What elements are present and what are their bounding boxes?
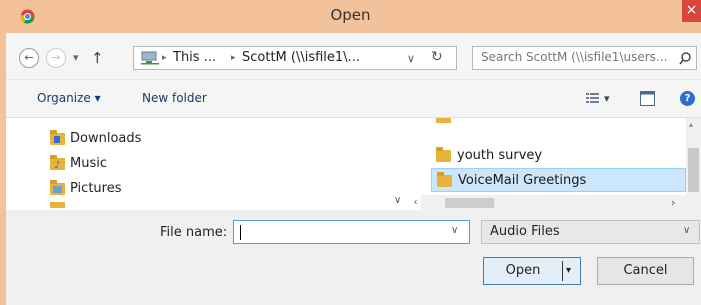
text-caret xyxy=(240,225,241,240)
list-item-label: youth survey xyxy=(457,148,543,163)
list-item[interactable]: youth survey xyxy=(431,144,686,168)
breadcrumb-this-pc[interactable]: This ... xyxy=(173,50,216,65)
help-glyph: ? xyxy=(684,93,691,104)
refresh-icon[interactable]: ↻ xyxy=(431,49,443,65)
scroll-right-icon[interactable]: › xyxy=(671,196,675,209)
window-title: Open xyxy=(330,6,371,24)
scroll-left-icon[interactable]: ‹ xyxy=(410,195,421,211)
browser-panes: Downloads ♪ Music Pictures ∨ youth surve… xyxy=(6,117,701,212)
nav-item-label: Downloads xyxy=(70,131,142,146)
partial-folder-icon xyxy=(436,118,451,123)
music-folder-icon: ♪ xyxy=(50,155,65,171)
scroll-up-icon[interactable]: ▴ xyxy=(689,120,693,129)
change-view-icon[interactable] xyxy=(586,93,599,104)
network-drive-icon xyxy=(141,51,159,65)
back-button[interactable]: ← xyxy=(19,48,39,68)
nav-item-label: Music xyxy=(70,156,107,171)
open-button[interactable]: Open ▾ xyxy=(483,257,581,285)
open-dialog: Open × ← → ▾ ↑ ▸ This ... ▸ ScottM (\\is… xyxy=(0,0,701,305)
dialog-body: ← → ▾ ↑ ▸ This ... ▸ ScottM (\\isfile1\.… xyxy=(6,33,701,305)
folder-icon xyxy=(436,147,451,162)
address-bar[interactable]: ▸ This ... ▸ ScottM (\\isfile1\... ∨ ↻ xyxy=(133,46,457,70)
vertical-scrollbar[interactable]: ▴ xyxy=(686,118,701,211)
breadcrumb-separator-icon: ▸ xyxy=(162,53,167,63)
file-name-label: File name: xyxy=(160,225,228,240)
view-options-icon[interactable]: ▾ xyxy=(604,92,610,105)
forward-arrow-icon: → xyxy=(51,51,61,64)
up-arrow-icon: ↑ xyxy=(91,49,104,67)
navigation-pane[interactable]: Downloads ♪ Music Pictures ∨ xyxy=(6,118,410,211)
file-name-area: File name: ∨ Audio Files ∨ Open ▾ Cancel xyxy=(6,210,701,305)
search-input[interactable]: Search ScottM (\\isfile1\users... xyxy=(481,50,667,64)
list-item-label: VoiceMail Greetings xyxy=(458,173,587,188)
open-options-icon[interactable]: ▾ xyxy=(566,258,571,284)
vertical-scroll-thumb[interactable] xyxy=(688,148,699,192)
up-button[interactable]: ↑ xyxy=(91,48,104,68)
command-toolbar: Organize ▾ New folder ▾ ? xyxy=(6,79,701,118)
collapse-chevron-icon[interactable]: ∨ xyxy=(394,195,401,206)
downloads-folder-icon xyxy=(50,130,65,145)
breadcrumb-scottm[interactable]: ScottM (\\isfile1\... xyxy=(242,50,360,65)
preview-pane-icon[interactable] xyxy=(640,91,655,106)
address-dropdown-icon[interactable]: ∨ xyxy=(407,52,415,65)
forward-button[interactable]: → xyxy=(46,48,66,68)
close-icon: × xyxy=(685,2,698,18)
close-button[interactable]: × xyxy=(682,0,701,22)
open-split-divider xyxy=(562,261,563,281)
folder-icon xyxy=(437,172,452,187)
file-type-select[interactable]: Audio Files ∨ xyxy=(481,220,700,244)
file-name-field[interactable]: ∨ xyxy=(233,220,470,244)
new-folder-button[interactable]: New folder xyxy=(142,91,207,105)
search-box[interactable]: Search ScottM (\\isfile1\users... xyxy=(472,46,697,70)
chevron-down-icon: ▾ xyxy=(73,51,79,64)
title-bar[interactable]: Open × xyxy=(0,0,701,33)
file-name-dropdown-icon[interactable]: ∨ xyxy=(451,225,458,236)
nav-item-label: Pictures xyxy=(70,181,122,196)
back-arrow-icon: ← xyxy=(24,51,34,64)
open-button-label: Open xyxy=(505,263,541,278)
navigation-bar: ← → ▾ ↑ ▸ This ... ▸ ScottM (\\isfile1\.… xyxy=(6,33,701,79)
chevron-down-icon: ∨ xyxy=(683,225,691,236)
horizontal-scroll-thumb[interactable] xyxy=(445,198,494,208)
help-icon[interactable]: ? xyxy=(680,91,695,106)
pictures-folder-icon xyxy=(50,180,65,195)
partial-folder-icon xyxy=(50,202,65,208)
file-type-value: Audio Files xyxy=(490,224,560,239)
search-icon[interactable] xyxy=(679,52,691,65)
organize-button[interactable]: Organize ▾ xyxy=(37,91,101,105)
list-item[interactable]: VoiceMail Greetings xyxy=(431,168,686,192)
recent-locations-button[interactable]: ▾ xyxy=(73,48,79,68)
horizontal-scrollbar[interactable]: › xyxy=(421,195,686,211)
cancel-button[interactable]: Cancel xyxy=(597,257,694,285)
breadcrumb-separator-icon: ▸ xyxy=(231,53,236,63)
